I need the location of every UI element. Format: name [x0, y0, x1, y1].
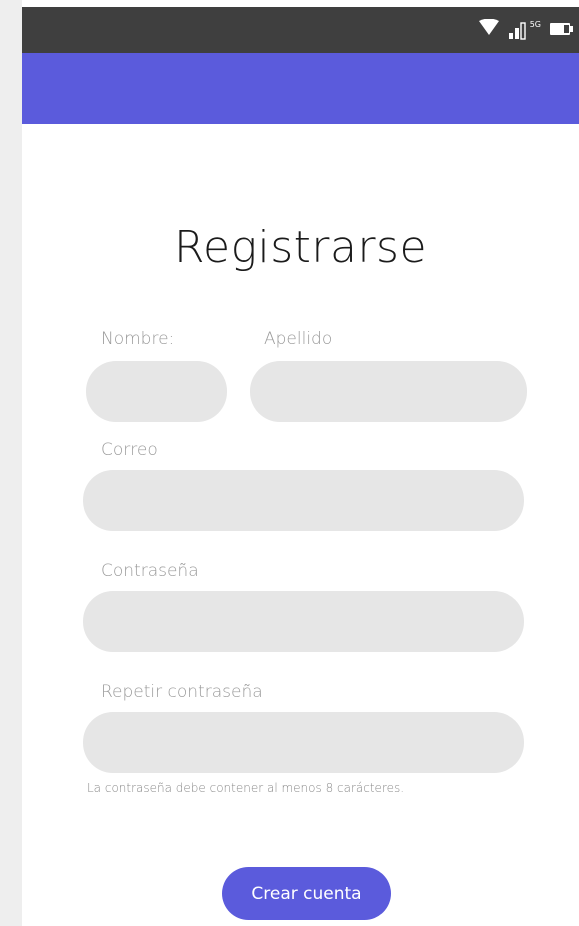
battery-icon [549, 21, 575, 40]
page-title: Registrarse [173, 222, 428, 273]
password-hint: La contraseña debe contener al menos 8 c… [87, 781, 405, 795]
first-name-label: Nombre: [101, 329, 175, 349]
wifi-icon [478, 18, 500, 41]
first-name-field[interactable] [86, 361, 227, 422]
network-type-label: 5G [529, 20, 541, 29]
password-field[interactable] [83, 591, 524, 652]
email-field[interactable] [83, 470, 524, 531]
status-icons: 5G [478, 18, 575, 41]
signal-icon: 5G [508, 20, 541, 40]
status-bar: 5G [22, 7, 579, 53]
repeat-password-label: Repetir contraseña [101, 682, 263, 702]
create-account-button[interactable]: Crear cuenta [222, 867, 391, 920]
last-name-field[interactable] [250, 361, 527, 422]
last-name-label: Apellido [264, 329, 333, 349]
left-gutter [0, 0, 22, 926]
repeat-password-field[interactable] [83, 712, 524, 773]
email-label: Correo [101, 440, 158, 460]
app-bar [22, 53, 579, 124]
password-label: Contraseña [101, 561, 199, 581]
registration-screen: 5G Registrarse Nombre: Apellido Correo C… [0, 0, 579, 926]
